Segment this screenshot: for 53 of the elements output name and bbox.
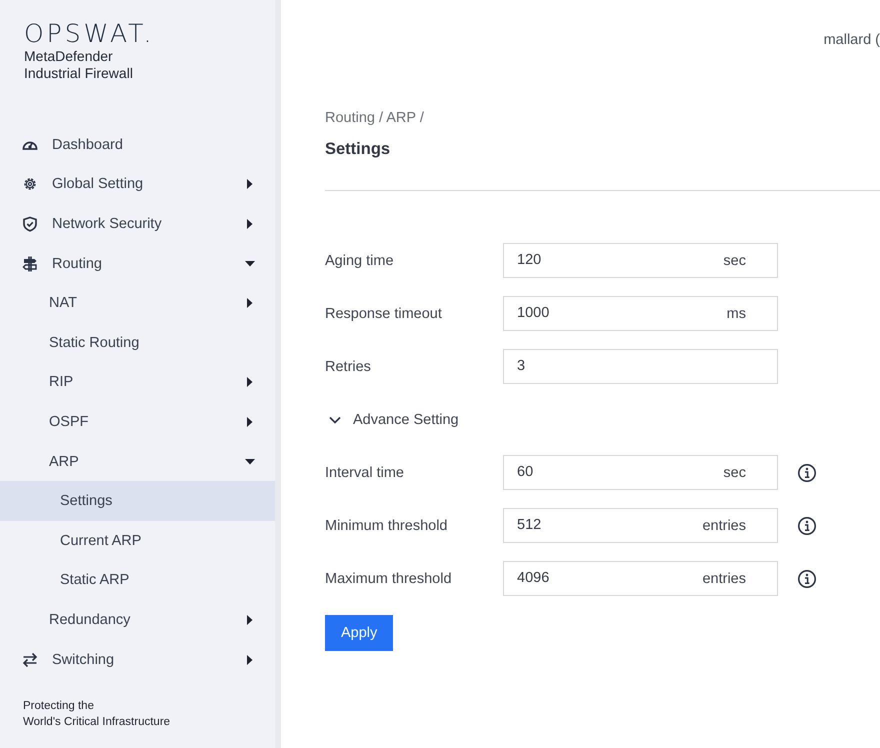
nav-item[interactable]: Static Routing bbox=[0, 322, 275, 363]
nav-item[interactable]: Global Setting bbox=[0, 164, 275, 204]
apply-button[interactable]: Apply bbox=[325, 615, 394, 651]
field-label: Response timeout bbox=[325, 306, 443, 322]
input-field[interactable]: 3 bbox=[503, 349, 778, 384]
chevron-icon bbox=[329, 416, 341, 424]
breadcrumb: Routing / ARP / bbox=[325, 110, 424, 126]
product-name: MetaDefender bbox=[24, 48, 113, 65]
caret-right-icon bbox=[247, 218, 253, 229]
info-icon[interactable] bbox=[797, 516, 817, 536]
field-label: Aging time bbox=[325, 252, 395, 268]
field-label: Interval time bbox=[325, 464, 405, 480]
nav-item[interactable]: Settings bbox=[0, 481, 275, 521]
unit-label: entries bbox=[702, 518, 746, 535]
nav-item[interactable]: Network Security bbox=[0, 204, 275, 244]
caret-down-icon bbox=[245, 260, 255, 267]
unit-label: sec bbox=[723, 253, 746, 270]
caret-right-icon bbox=[247, 179, 253, 190]
info-icon[interactable] bbox=[797, 462, 817, 482]
advance-setting-toggle[interactable]: Advance Setting bbox=[325, 402, 459, 437]
nav-item[interactable]: ARP bbox=[0, 442, 275, 482]
field-label: Retries bbox=[325, 358, 372, 374]
logo: OPSWAT. bbox=[24, 20, 154, 48]
tagline: Protecting the bbox=[23, 699, 94, 714]
tagline: World's Critical Infrastructure bbox=[23, 715, 170, 730]
caret-right-icon bbox=[247, 298, 253, 308]
page-title: Settings bbox=[325, 140, 390, 159]
signpost-icon bbox=[22, 256, 38, 272]
caret-right-icon bbox=[247, 377, 253, 388]
settings-icon bbox=[22, 176, 38, 192]
user-name[interactable]: mallard ( bbox=[824, 32, 880, 48]
nav-item[interactable]: Switching bbox=[0, 640, 275, 680]
nav-item[interactable]: Current ARP bbox=[0, 520, 275, 561]
field-label: Maximum threshold bbox=[325, 570, 453, 586]
caret-down-icon bbox=[245, 458, 255, 465]
unit-label: sec bbox=[723, 465, 746, 482]
shield-check-icon bbox=[22, 216, 38, 232]
info-icon[interactable] bbox=[797, 568, 817, 588]
field-label: Minimum threshold bbox=[325, 518, 448, 534]
nav-item[interactable]: NAT bbox=[0, 283, 275, 323]
nav-item[interactable]: RIP bbox=[0, 362, 275, 402]
product-name: Industrial Firewall bbox=[24, 65, 133, 82]
nav-item[interactable]: Redundancy bbox=[0, 600, 275, 640]
caret-right-icon bbox=[247, 654, 253, 665]
swap-arrows-icon bbox=[22, 652, 38, 668]
nav-item[interactable]: Static ARP bbox=[0, 560, 275, 600]
caret-right-icon bbox=[247, 416, 253, 427]
caret-right-icon bbox=[247, 614, 253, 625]
unit-label: ms bbox=[726, 306, 746, 323]
nav-item[interactable]: Dashboard bbox=[0, 125, 275, 165]
nav-item[interactable]: Routing bbox=[0, 244, 275, 284]
nav-item[interactable]: OSPF bbox=[0, 402, 275, 442]
unit-label: entries bbox=[702, 571, 746, 588]
